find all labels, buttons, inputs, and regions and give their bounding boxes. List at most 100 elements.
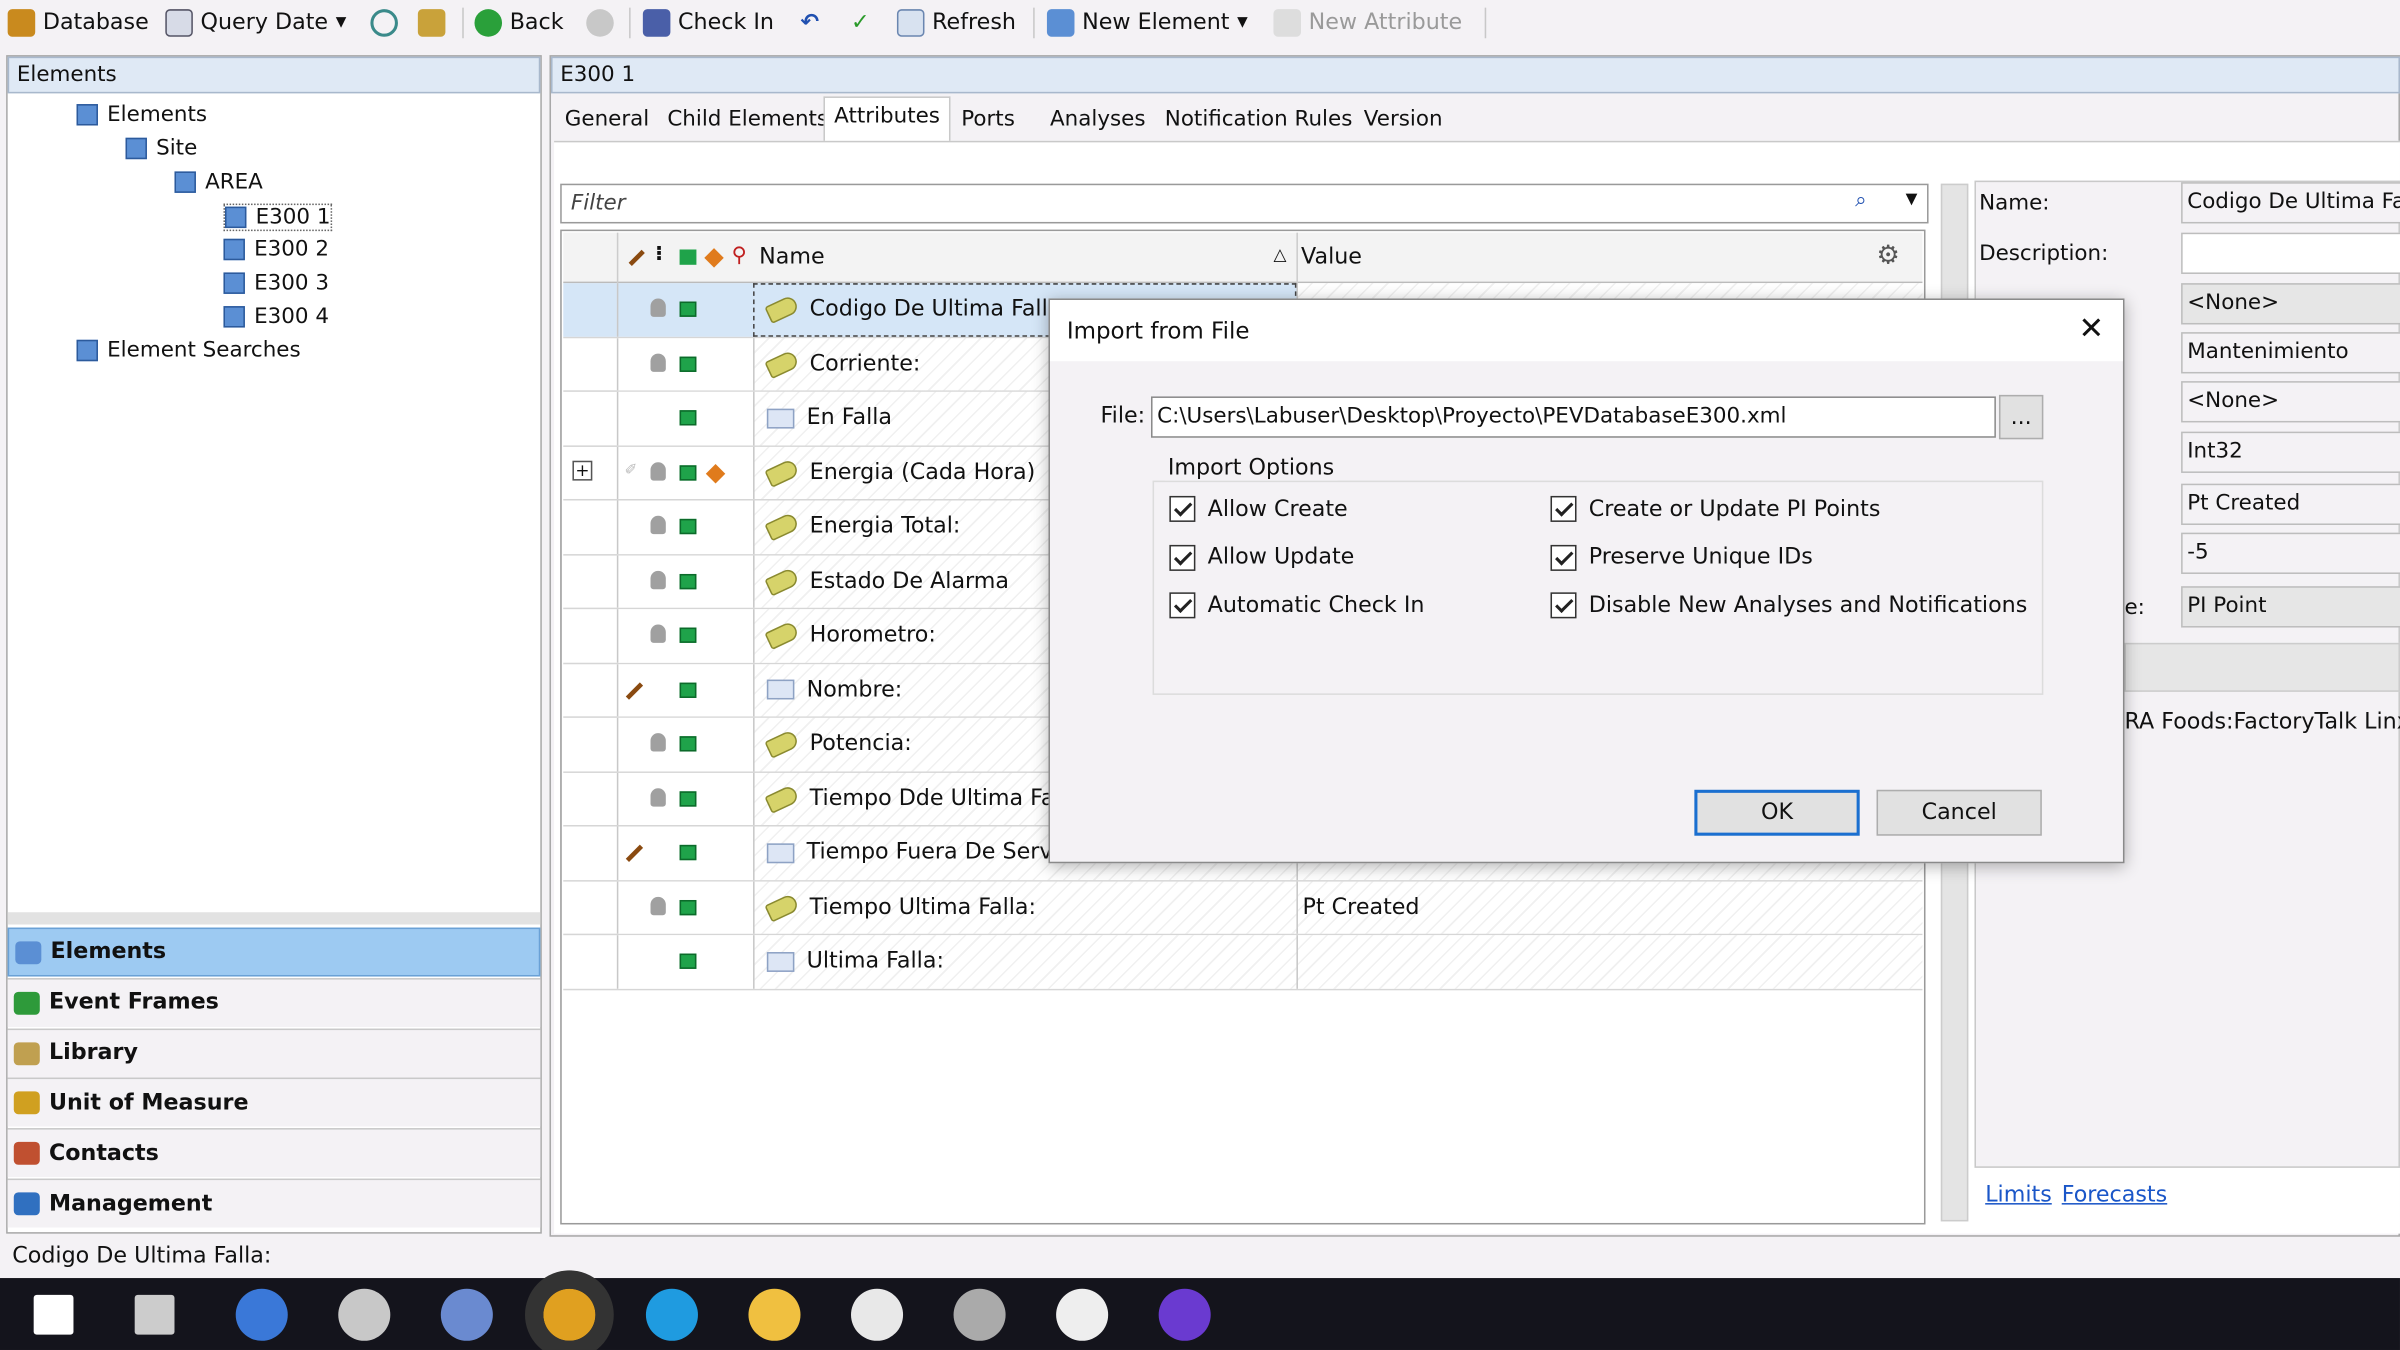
taskbar-pi-system-explorer-icon[interactable] xyxy=(235,1288,288,1341)
settings-button[interactable] xyxy=(2124,642,2400,692)
value-column-header[interactable]: Value xyxy=(1301,245,1362,269)
edit-icon xyxy=(625,681,644,699)
history-button[interactable] xyxy=(370,0,398,46)
value-type-field[interactable]: Int32 xyxy=(2181,431,2400,473)
properties-dropdown[interactable]: <None> xyxy=(2181,283,2400,325)
taskbar-edge-icon[interactable] xyxy=(645,1288,698,1341)
tab-notification-rules[interactable]: Notification Rules xyxy=(1156,101,1362,141)
status-flag-icon: ⁝ xyxy=(655,241,663,267)
nav-management[interactable]: Management xyxy=(7,1178,541,1228)
edit-icon xyxy=(625,844,644,862)
name-field[interactable]: Codigo De Ultima Falla: xyxy=(2181,182,2400,224)
tree-item[interactable]: Site xyxy=(125,136,197,161)
refresh-button[interactable]: Refresh xyxy=(896,0,1016,46)
checked-checkbox-icon xyxy=(1550,495,1577,522)
nav-unit-of-measure[interactable]: Unit of Measure xyxy=(7,1078,541,1128)
taskbar-pi-vision-icon[interactable] xyxy=(524,1270,614,1350)
option-checkbox[interactable]: Disable New Analyses and Notifications xyxy=(1550,592,2027,619)
nav-library[interactable]: Library xyxy=(7,1027,541,1077)
new-attribute-button[interactable]: New Attribute xyxy=(1273,0,1462,46)
search-icon[interactable]: ⌕ xyxy=(1855,188,1867,212)
category-field[interactable]: Mantenimiento xyxy=(2181,332,2400,374)
template-flag-icon xyxy=(704,248,724,268)
default-uom-field[interactable]: Pt Created xyxy=(2181,483,2400,525)
close-icon[interactable]: ✕ xyxy=(2079,309,2105,346)
option-checkbox[interactable]: Allow Update xyxy=(1169,544,1354,571)
attribute-row[interactable]: Ultima Falla: xyxy=(563,935,1923,990)
gear-icon[interactable]: ⚙ xyxy=(1877,240,1900,271)
attribute-row[interactable]: Tiempo Ultima Falla: Pt Created xyxy=(563,880,1923,936)
taskbar-search-icon[interactable] xyxy=(134,1294,175,1335)
forecasts-link[interactable]: Forecasts xyxy=(2062,1183,2167,1207)
nav-icon xyxy=(13,1142,40,1166)
limits-link[interactable]: Limits xyxy=(1985,1183,2052,1207)
table-icon xyxy=(766,951,795,972)
file-path-input[interactable]: C:\Users\Labuser\Desktop\Proyecto\PEVDat… xyxy=(1151,396,1996,438)
option-checkbox[interactable]: Automatic Check In xyxy=(1169,592,1424,619)
elements-pane-header: Elements xyxy=(7,56,541,94)
element-icon xyxy=(223,306,245,328)
tab-ports[interactable]: Ports xyxy=(952,101,1024,141)
app-window: Database Query Date ▼ Back Check In ↶ ✓ R… xyxy=(0,0,2400,1350)
tree-item[interactable]: AREA xyxy=(174,170,263,194)
lock-icon xyxy=(650,624,666,643)
checked-checkbox-icon xyxy=(1550,544,1577,571)
taskbar-browser-globe-icon[interactable] xyxy=(440,1288,493,1341)
tab-attributes[interactable]: Attributes xyxy=(823,96,951,143)
tree-item[interactable]: E300 1 xyxy=(223,203,333,232)
good-quality-icon xyxy=(679,518,697,535)
query-date-button[interactable]: Query Date ▼ xyxy=(165,0,346,46)
forward-button[interactable] xyxy=(586,0,614,46)
tab-analyses[interactable]: Analyses xyxy=(1041,101,1155,141)
taskbar-tool2-icon[interactable] xyxy=(953,1288,1006,1341)
tab-general[interactable]: General xyxy=(556,101,659,141)
tab-child-elements[interactable]: Child Elements xyxy=(658,101,837,141)
back-button[interactable]: Back xyxy=(474,0,564,46)
option-checkbox[interactable]: Allow Create xyxy=(1169,495,1348,522)
option-checkbox[interactable]: Preserve Unique IDs xyxy=(1550,544,1813,571)
new-element-button[interactable]: New Element ▼ xyxy=(1046,0,1248,46)
chevron-down-icon[interactable]: ▼ xyxy=(1906,191,1918,208)
check-in-button[interactable]: Check In xyxy=(642,0,774,46)
undo-check-out-button[interactable]: ↶ xyxy=(801,0,820,46)
default-value-field[interactable]: -5 xyxy=(2181,532,2400,574)
name-column-header[interactable]: Name xyxy=(759,245,824,269)
pi-point-tag-icon xyxy=(764,457,800,488)
tree-item[interactable]: E300 3 xyxy=(223,271,329,295)
pane-splitter[interactable] xyxy=(7,912,541,925)
taskbar-clock-icon[interactable] xyxy=(851,1288,904,1341)
tab-version[interactable]: Version xyxy=(1355,101,1452,141)
taskbar-start-icon[interactable] xyxy=(33,1294,74,1335)
option-checkbox[interactable]: Create or Update PI Points xyxy=(1550,495,1880,522)
taskbar-tool-icon[interactable] xyxy=(338,1288,391,1341)
good-quality-icon xyxy=(679,681,697,698)
taskbar-studio-icon[interactable] xyxy=(1158,1288,1211,1341)
description-field[interactable] xyxy=(2181,232,2400,274)
tree-item[interactable]: Element Searches xyxy=(76,338,301,363)
uom-field[interactable]: <None> xyxy=(2181,381,2400,423)
expand-icon[interactable]: + xyxy=(572,459,593,480)
database-button[interactable]: Database xyxy=(7,0,149,46)
data-reference-dropdown[interactable]: PI Point xyxy=(2181,586,2400,628)
lock-icon xyxy=(650,298,666,317)
taskbar-notepad-icon[interactable] xyxy=(1056,1288,1109,1341)
element-icon xyxy=(76,339,98,362)
nav-elements[interactable]: Elements xyxy=(7,927,541,977)
filter-input[interactable]: Filter ⌕ ▼ xyxy=(560,183,1929,224)
cancel-button[interactable]: Cancel xyxy=(1876,789,2042,836)
tree-item[interactable]: E300 2 xyxy=(223,237,329,262)
tree-item[interactable]: E300 4 xyxy=(223,305,329,329)
browse-button[interactable]: ... xyxy=(1998,394,2044,440)
nav-event-frames[interactable]: Event Frames xyxy=(7,977,541,1027)
ok-button[interactable]: OK xyxy=(1694,789,1860,836)
table-icon xyxy=(766,679,795,700)
forward-arrow-icon xyxy=(586,9,614,37)
validate-button[interactable]: ✓ xyxy=(851,0,870,46)
new-element-icon xyxy=(1046,9,1075,37)
tree-item[interactable]: Elements xyxy=(76,103,207,127)
lock-icon xyxy=(650,570,666,589)
taskbar-file-explorer-icon[interactable] xyxy=(748,1288,801,1341)
status-bar-text: Codigo De Ultima Falla: xyxy=(12,1244,272,1269)
nav-contacts[interactable]: Contacts xyxy=(7,1128,541,1178)
pi-button[interactable] xyxy=(417,0,446,46)
